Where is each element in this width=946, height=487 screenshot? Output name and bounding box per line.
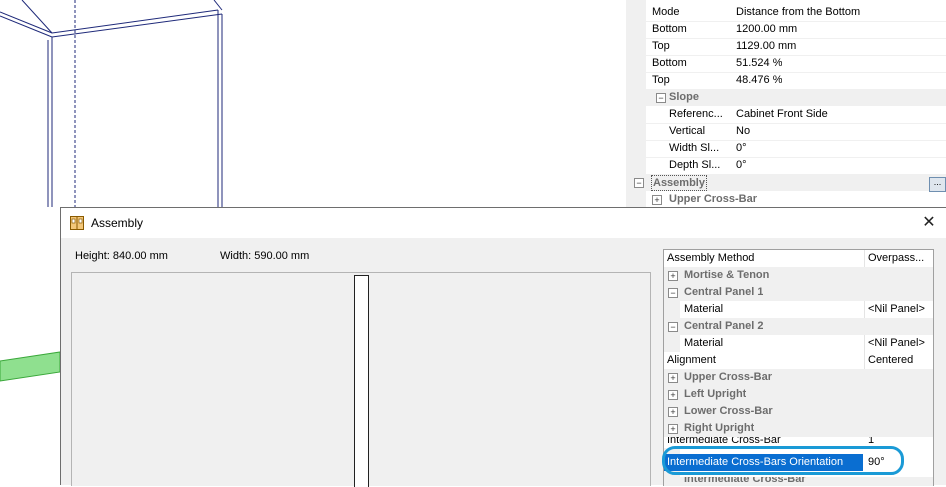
- property-row-bottom[interactable]: Bottom 1200.00 mm: [646, 21, 946, 38]
- property-name: Assembly Method: [667, 252, 755, 264]
- category-left-upright[interactable]: + Left Upright: [664, 386, 933, 403]
- property-row-vertical[interactable]: Vertical No: [646, 123, 946, 140]
- property-value[interactable]: 48.476 %: [736, 72, 782, 89]
- property-row-top[interactable]: Top 1129.00 mm: [646, 38, 946, 55]
- category-lower-cross-bar[interactable]: + Lower Cross-Bar: [664, 403, 933, 420]
- category-label: Lower Cross-Bar: [684, 405, 773, 417]
- property-name: Bottom: [652, 23, 687, 35]
- property-name: Top: [652, 40, 670, 52]
- property-value[interactable]: <Nil Panel>: [868, 301, 925, 318]
- category-label: Central Panel 1: [684, 286, 764, 298]
- property-grid[interactable]: Mode Distance from the Bottom Bottom 120…: [626, 0, 946, 208]
- dialog-title: Assembly: [91, 216, 144, 230]
- property-row-assembly-method[interactable]: Assembly Method Overpass...: [664, 250, 933, 267]
- property-value[interactable]: Centered: [868, 352, 913, 369]
- property-name: Referenc...: [669, 108, 723, 120]
- category-label: Intermediate Cross-Bar: [684, 477, 806, 485]
- property-row-alignment[interactable]: Alignment Centered: [664, 352, 933, 369]
- green-cross-bar: [0, 351, 61, 382]
- property-value[interactable]: No: [736, 123, 750, 140]
- property-name: Alignment: [667, 354, 716, 366]
- category-mortise-tenon[interactable]: + Mortise & Tenon: [664, 267, 933, 284]
- assembly-preview[interactable]: [71, 272, 651, 487]
- property-name: Material: [684, 303, 724, 315]
- property-value[interactable]: <Nil Panel>: [868, 335, 925, 352]
- category-label: Right Upright: [684, 422, 755, 434]
- category-label: Slope: [669, 91, 699, 103]
- category-central-panel-1[interactable]: − Central Panel 1: [664, 284, 933, 301]
- collapse-icon[interactable]: −: [634, 178, 644, 188]
- property-value[interactable]: Overpass...: [868, 250, 924, 267]
- callout-highlight-ring: [662, 446, 904, 475]
- assembly-dialog[interactable]: Assembly ✕ Height: 840.00 mm Width: 590.…: [60, 207, 946, 487]
- category-label: Left Upright: [684, 388, 747, 400]
- category-label: Upper Cross-Bar: [669, 193, 758, 205]
- property-name: Mode: [652, 6, 680, 18]
- property-name: Depth Sl...: [669, 159, 721, 171]
- collapse-icon[interactable]: −: [668, 288, 678, 298]
- property-name: Top: [652, 74, 670, 86]
- property-row-depth-slope[interactable]: Depth Sl... 0°: [646, 157, 946, 174]
- category-label: Assembly: [651, 175, 707, 191]
- property-value[interactable]: 0°: [736, 140, 747, 157]
- property-name: Width Sl...: [669, 142, 720, 154]
- category-upper-cross-bar[interactable]: + Upper Cross-Bar: [664, 369, 933, 386]
- property-name: Material: [684, 337, 724, 349]
- width-label: Width: 590.00 mm: [220, 250, 310, 262]
- expand-icon[interactable]: +: [668, 424, 678, 434]
- cabinet-icon: [70, 216, 84, 230]
- height-label: Height: 840.00 mm: [75, 250, 168, 262]
- property-row-material-1[interactable]: Material <Nil Panel>: [680, 301, 933, 318]
- category-intermediate-cross-bar[interactable]: Intermediate Cross-Bar: [664, 477, 933, 486]
- category-central-panel-2[interactable]: − Central Panel 2: [664, 318, 933, 335]
- property-name: Bottom: [652, 57, 687, 69]
- property-value[interactable]: Cabinet Front Side: [736, 106, 828, 123]
- property-value[interactable]: 1200.00 mm: [736, 21, 797, 38]
- preview-upright: [354, 275, 369, 487]
- expand-icon[interactable]: +: [668, 373, 678, 383]
- collapse-icon[interactable]: −: [656, 93, 666, 103]
- category-slope[interactable]: − Slope: [646, 89, 946, 106]
- category-label: Central Panel 2: [684, 320, 764, 332]
- property-value[interactable]: Distance from the Bottom: [736, 4, 860, 21]
- property-name: Vertical: [669, 125, 706, 137]
- expand-icon[interactable]: +: [668, 407, 678, 417]
- property-value[interactable]: 1129.00 mm: [736, 38, 796, 55]
- property-value[interactable]: 51.524 %: [736, 55, 782, 72]
- category-assembly[interactable]: − Assembly: [626, 174, 946, 191]
- dialog-titlebar[interactable]: Assembly ✕: [61, 208, 946, 238]
- property-row-material-2[interactable]: Material <Nil Panel>: [680, 335, 933, 352]
- property-row-top-percent[interactable]: Top 48.476 %: [646, 72, 946, 89]
- assembly-ellipsis-button[interactable]: ...: [929, 177, 946, 192]
- expand-icon[interactable]: +: [668, 271, 678, 281]
- property-row-reference[interactable]: Referenc... Cabinet Front Side: [646, 106, 946, 123]
- category-label: Mortise & Tenon: [684, 269, 770, 281]
- property-row-upper-cross-bar[interactable]: + Upper Cross-Bar: [646, 191, 946, 208]
- close-button[interactable]: ✕: [917, 208, 941, 238]
- category-right-upright[interactable]: + Right Upright: [664, 420, 933, 437]
- cabinet-wireframe: [0, 0, 223, 207]
- property-row-width-slope[interactable]: Width Sl... 0°: [646, 140, 946, 157]
- expand-icon[interactable]: +: [668, 390, 678, 400]
- property-row-bottom-percent[interactable]: Bottom 51.524 %: [646, 55, 946, 72]
- category-label: Upper Cross-Bar: [684, 371, 773, 383]
- property-value[interactable]: 0°: [736, 157, 747, 174]
- property-row-mode[interactable]: Mode Distance from the Bottom: [646, 4, 946, 21]
- collapse-icon[interactable]: −: [668, 322, 678, 332]
- expand-icon[interactable]: +: [652, 195, 662, 205]
